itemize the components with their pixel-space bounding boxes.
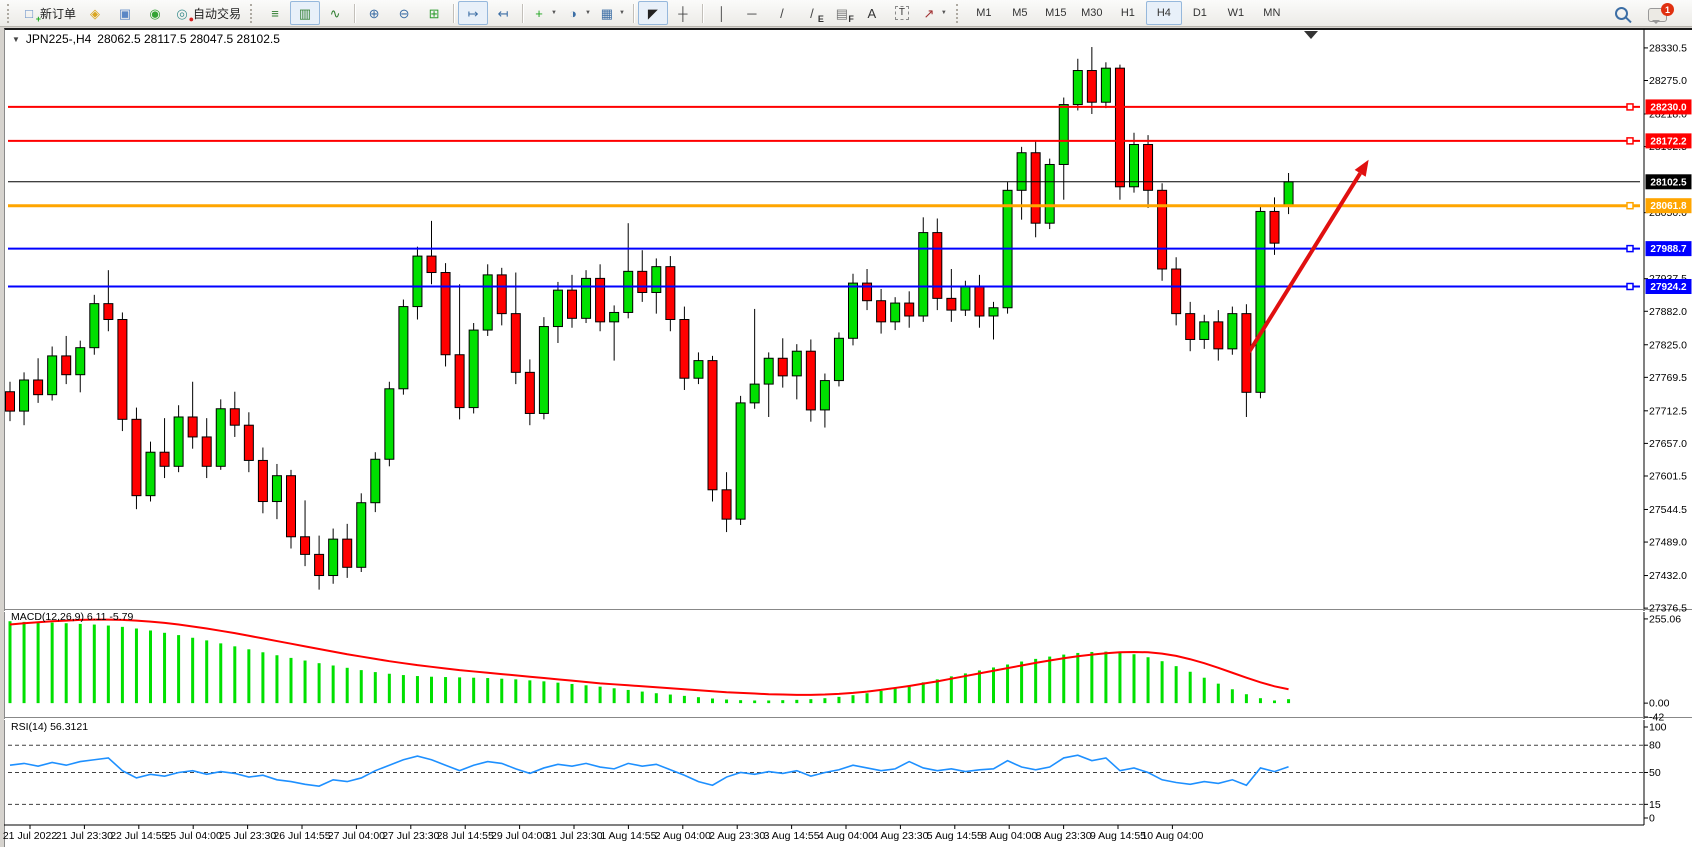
svg-text:27988.7: 27988.7 [1650, 244, 1687, 255]
svg-text:2 Aug 04:00: 2 Aug 04:00 [655, 830, 711, 842]
svg-text:21 Jul 2022: 21 Jul 2022 [3, 830, 57, 842]
svg-text:28102.5: 28102.5 [1650, 177, 1687, 188]
svg-text:27432.0: 27432.0 [1649, 570, 1687, 582]
svg-text:8 Aug 23:30: 8 Aug 23:30 [1036, 830, 1092, 842]
svg-text:27657.0: 27657.0 [1649, 438, 1687, 450]
price-axis-labels: 28330.528275.028218.028162.528050.027937… [1644, 42, 1687, 614]
chart-frame [4, 29, 1692, 825]
svg-text:4 Aug 04:00: 4 Aug 04:00 [818, 830, 874, 842]
svg-text:1 Aug 14:55: 1 Aug 14:55 [600, 830, 656, 842]
svg-text:25 Jul 04:00: 25 Jul 04:00 [165, 830, 222, 842]
chart-ohlc-label: 28062.5 28117.5 28047.5 28102.5 [97, 32, 280, 46]
macd-histogram [9, 621, 1291, 703]
rsi-level-lines [8, 745, 1644, 804]
macd-signal-line [10, 620, 1289, 695]
price-badge-28172.2: 28172.2 [1646, 133, 1692, 148]
svg-text:28230.0: 28230.0 [1650, 102, 1687, 113]
svg-text:100: 100 [1649, 722, 1667, 734]
svg-text:15: 15 [1649, 799, 1661, 811]
svg-text:27825.0: 27825.0 [1649, 339, 1687, 351]
svg-text:2 Aug 23:30: 2 Aug 23:30 [709, 830, 765, 842]
hline-28172.2[interactable] [8, 138, 1640, 144]
svg-text:27544.5: 27544.5 [1649, 504, 1687, 516]
price-badge-27988.7: 27988.7 [1646, 241, 1692, 256]
svg-text:27 Jul 04:00: 27 Jul 04:00 [328, 830, 385, 842]
svg-text:22 Jul 14:55: 22 Jul 14:55 [110, 830, 167, 842]
svg-text:50: 50 [1649, 767, 1661, 779]
candles-layer [6, 47, 1294, 590]
svg-text:21 Jul 23:30: 21 Jul 23:30 [56, 830, 113, 842]
svg-text:10 Aug 04:00: 10 Aug 04:00 [1141, 830, 1203, 842]
svg-text:31 Jul 23:30: 31 Jul 23:30 [545, 830, 602, 842]
svg-text:28330.5: 28330.5 [1649, 42, 1687, 54]
macd-axis-labels: 255.060.00-42 [1644, 613, 1681, 723]
svg-text:25 Jul 23:30: 25 Jul 23:30 [219, 830, 276, 842]
svg-text:4 Aug 23:30: 4 Aug 23:30 [872, 830, 928, 842]
svg-text:0.00: 0.00 [1649, 698, 1670, 710]
price-badge-28102.5: 28102.5 [1646, 174, 1692, 189]
svg-text:28 Jul 14:55: 28 Jul 14:55 [437, 830, 494, 842]
chart-canvas[interactable]: 28330.528275.028218.028162.528050.027937… [0, 0, 1692, 847]
svg-text:27 Jul 23:30: 27 Jul 23:30 [382, 830, 439, 842]
svg-text:80: 80 [1649, 740, 1661, 752]
macd-indicator-label: MACD(12,26,9) 6.11 -5.79 [11, 611, 133, 623]
svg-text:5 Aug 14:55: 5 Aug 14:55 [927, 830, 983, 842]
svg-text:27924.2: 27924.2 [1650, 282, 1687, 293]
hline-28061.8[interactable] [8, 203, 1640, 209]
price-badge-28061.8: 28061.8 [1646, 198, 1692, 213]
rsi-indicator-label: RSI(14) 56.3121 [11, 721, 88, 733]
price-badge-28230.0: 28230.0 [1646, 99, 1692, 114]
chart-title[interactable]: ▼ JPN225-,H4 28062.5 28117.5 28047.5 281… [12, 32, 280, 46]
svg-text:27489.0: 27489.0 [1649, 537, 1687, 549]
svg-text:28061.8: 28061.8 [1650, 201, 1687, 212]
svg-text:28275.0: 28275.0 [1649, 75, 1687, 87]
svg-text:3 Aug 14:55: 3 Aug 14:55 [764, 830, 820, 842]
rsi-line [10, 755, 1289, 786]
svg-text:26 Jul 14:55: 26 Jul 14:55 [273, 830, 330, 842]
price-badge-27924.2: 27924.2 [1646, 279, 1692, 294]
rsi-axis-labels: 100 80 50 15 0 [1644, 722, 1667, 825]
svg-text:8 Aug 04:00: 8 Aug 04:00 [981, 830, 1037, 842]
svg-text:29 Jul 04:00: 29 Jul 04:00 [491, 830, 548, 842]
svg-text:27769.5: 27769.5 [1649, 372, 1687, 384]
svg-text:27712.5: 27712.5 [1649, 405, 1687, 417]
svg-text:0: 0 [1649, 813, 1655, 825]
hline-28230.0[interactable] [8, 104, 1640, 110]
mt4-application: { "toolbar": { "notification_count": "1"… [0, 0, 1692, 847]
chart-shift-marker[interactable] [1304, 31, 1318, 39]
hline-27988.7[interactable] [8, 246, 1640, 252]
svg-text:28172.2: 28172.2 [1650, 136, 1687, 147]
svg-text:27882.0: 27882.0 [1649, 306, 1687, 318]
svg-text:255.06: 255.06 [1649, 613, 1681, 625]
svg-text:9 Aug 14:55: 9 Aug 14:55 [1090, 830, 1146, 842]
hline-27924.2[interactable] [8, 283, 1640, 289]
svg-text:27601.5: 27601.5 [1649, 470, 1687, 482]
time-axis-labels[interactable]: 21 Jul 202221 Jul 23:3022 Jul 14:5525 Ju… [3, 825, 1204, 842]
one-click-trading-collapse-icon[interactable]: ▼ [12, 35, 20, 44]
trend-arrow[interactable] [1249, 160, 1368, 352]
chart-symbol-period-label: JPN225-,H4 [26, 32, 91, 46]
